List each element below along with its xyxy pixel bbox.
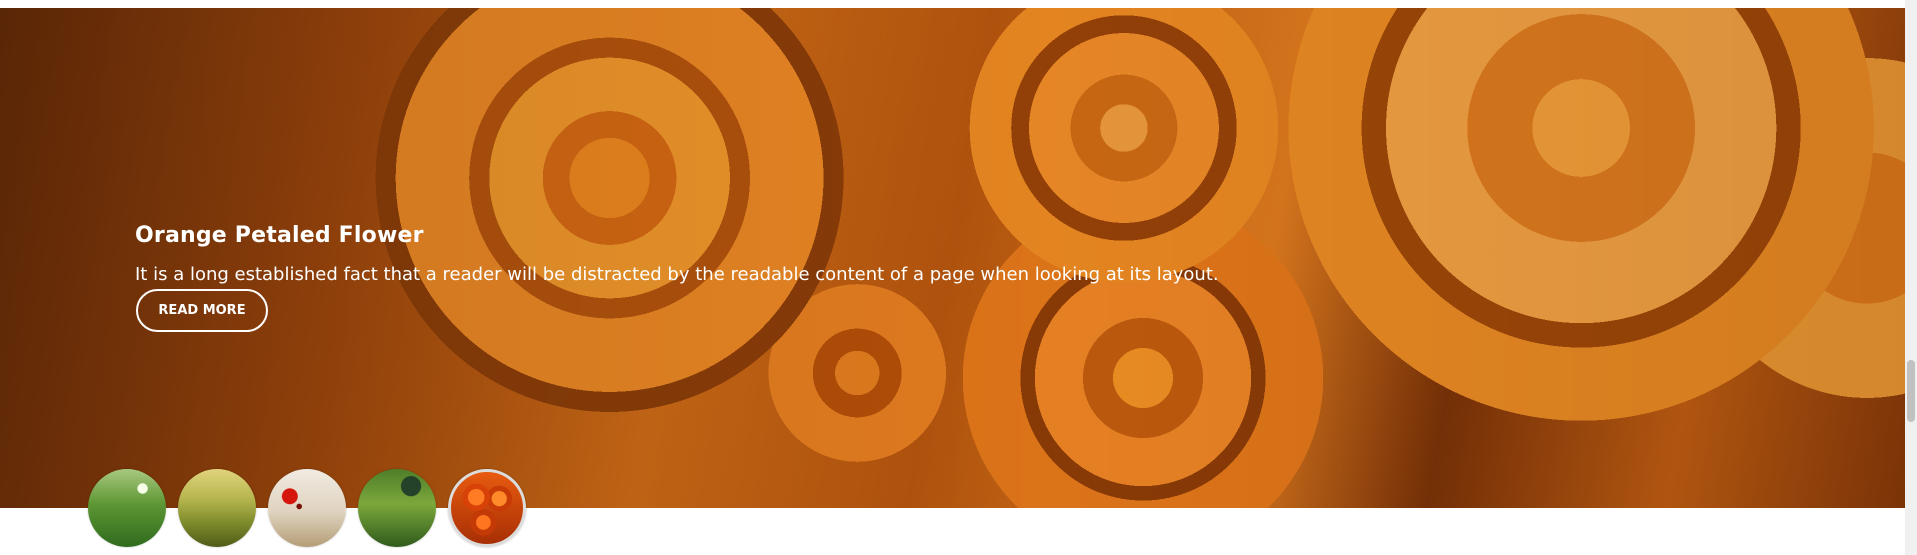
thumbnail-green-grass[interactable] <box>88 469 166 547</box>
thumbnail-green-meadow[interactable] <box>358 469 436 547</box>
hero-slider: Orange Petaled Flower It is a long estab… <box>0 8 1905 508</box>
read-more-button[interactable]: READ MORE <box>136 289 268 332</box>
hero-image-overlay <box>0 8 1905 508</box>
thumbnail-yellow-field[interactable] <box>178 469 256 547</box>
slide-title: Orange Petaled Flower <box>135 223 424 249</box>
scrollbar-thumb[interactable] <box>1907 360 1915 422</box>
top-white-strip <box>0 0 1905 8</box>
thumbnail-red-poppy[interactable] <box>268 469 346 547</box>
page-scrollbar[interactable] <box>1905 0 1917 555</box>
thumbnail-orange-roses-active[interactable] <box>448 469 526 547</box>
slide-description: It is a long established fact that a rea… <box>135 264 1219 285</box>
